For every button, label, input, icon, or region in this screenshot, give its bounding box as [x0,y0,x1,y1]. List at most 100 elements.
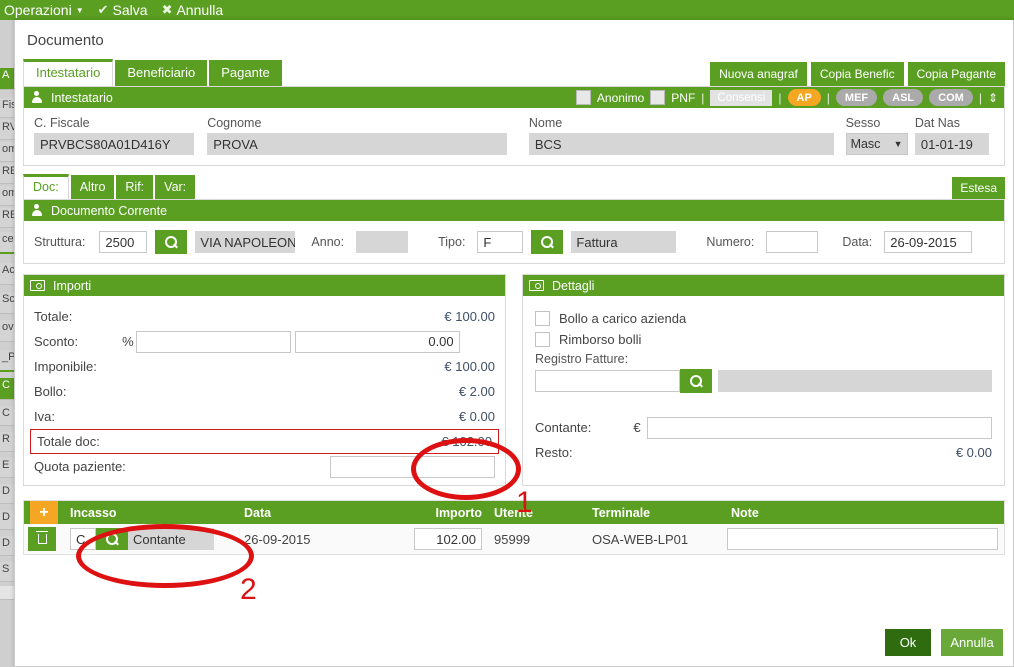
menu-salva[interactable]: ✔ Salva [98,2,148,18]
app-root: Operazioni ▼ ✔ Salva ✖ Annulla A Fis RV … [0,0,1014,667]
subtab-rif[interactable]: Rif: [116,175,154,199]
documento-corrente-panel: Documento Corrente Struttura: VIA NAPOLE… [23,199,1005,264]
subtab-altro-label: Altro [79,180,106,194]
menu-annulla[interactable]: ✖ Annulla [162,2,224,18]
totale-label: Totale: [34,309,73,324]
consensi-button[interactable]: Consensi [710,89,773,106]
field-sesso: Sesso Masc ▼ [845,116,915,155]
pnf-checkbox[interactable] [650,90,666,105]
cell-terminale: OSA-WEB-LP01 [592,531,689,547]
anno-input[interactable] [356,231,409,253]
note-input[interactable] [727,528,998,550]
table-row: Contante 26-09-2015 95999 OSA-WEB-LP01 [24,524,1004,554]
anonimo-checkbox[interactable] [575,90,591,105]
sconto-percent-input[interactable] [135,330,291,353]
caret-down-icon: ▼ [75,5,84,15]
pnf-label: PNF [671,90,696,105]
quota-paziente-input[interactable] [330,455,495,478]
tipo-code-input[interactable] [477,231,524,253]
pill-mef[interactable]: MEF [835,89,878,106]
dettagli-panel: Dettagli Bollo a carico azienda Rimborso… [522,274,1005,486]
subtab-altro[interactable]: Altro [70,175,115,199]
intestatario-panel: Intestatario Anonimo PNF | Consensi | AP… [23,86,1005,166]
menu-operazioni[interactable]: Operazioni ▼ [4,2,84,18]
delete-incasso-button[interactable] [28,527,56,551]
registro-fatture-search-button[interactable] [680,369,712,393]
subtab-doc[interactable]: Doc: [23,174,69,199]
anagrafica-tabs: Intestatario Beneficiario Pagante Nuova … [23,59,1005,86]
pill-com[interactable]: COM [929,89,973,106]
pill-asl[interactable]: ASL [883,89,924,106]
incasso-desc: Contante [128,528,214,550]
ok-button[interactable]: Ok [885,629,931,656]
incasso-code-input[interactable] [70,528,96,550]
incasso-table: + Incasso Data Importo Utente Terminale … [23,500,1005,555]
contante-currency-symbol: € [633,420,641,435]
dettagli-content: Bollo a carico azienda Rimborso bolli Re… [523,296,1004,471]
subtab-var-label: Var: [164,180,187,194]
cell-data: 26-09-2015 [244,531,311,547]
dialog-title: Documento [27,32,104,49]
importi-rows: Totale: € 100.00 Sconto: % Imponibile: €… [24,296,505,485]
numero-input[interactable] [766,231,819,253]
tab-pagante-label: Pagante [221,65,270,80]
importo-input[interactable] [414,528,482,550]
rimborso-bolli-checkbox[interactable] [535,332,550,347]
resto-value: € 0.00 [955,445,992,460]
tab-beneficiario-label: Beneficiario [127,65,196,80]
tab-intestatario[interactable]: Intestatario [23,59,114,86]
subtab-var[interactable]: Var: [155,175,196,199]
pill-ap[interactable]: AP [787,89,821,106]
nome-input[interactable] [528,133,834,155]
col-header-data: Data [244,505,272,520]
x-icon: ✖ [161,2,173,17]
codice-fiscale-input[interactable] [34,133,194,155]
bollo-azienda-label: Bollo a carico azienda [559,311,687,326]
iva-label: Iva: [34,409,55,424]
registro-fatture-input[interactable] [535,370,680,392]
tipo-search-button[interactable] [531,230,564,254]
copia-beneficiario-button[interactable]: Copia Benefic [810,62,904,86]
importi-row-totale-doc: Totale doc: € 102.00 [30,429,499,454]
nuova-anagrafica-button[interactable]: Nuova anagraf [710,62,807,86]
sesso-select[interactable]: Masc ▼ [845,133,908,155]
app-toolbar: Operazioni ▼ ✔ Salva ✖ Annulla [0,0,1014,20]
add-incasso-button[interactable]: + [30,501,58,524]
importi-panel-title: Importi [53,278,92,293]
tipo-label: Tipo: [438,235,466,249]
bollo-azienda-checkbox[interactable] [535,311,550,326]
separator: | [978,90,982,105]
numero-label: Numero: [706,235,755,249]
data-nascita-input[interactable] [914,133,989,155]
up-down-arrows-icon[interactable]: ⇕ [988,91,998,105]
documento-corrente-header: Documento Corrente [24,200,1004,221]
person-icon [30,204,43,217]
codice-fiscale-label: C. Fiscale [34,116,90,130]
tab-pagante[interactable]: Pagante [209,60,282,86]
contante-row: Contante: € [527,415,1000,440]
col-header-incasso: Incasso [70,505,117,520]
incasso-search-button[interactable] [96,528,128,550]
field-nome: Nome [528,116,846,155]
copia-pagante-button[interactable]: Copia Pagante [907,62,1005,86]
data-input[interactable] [884,231,973,253]
anagrafica-actions: Nuova anagraf Copia Benefic Copia Pagant… [710,62,1005,86]
importi-row-iva: Iva: € 0.00 [28,404,501,429]
separator: | [826,90,830,105]
contante-input[interactable] [646,416,992,439]
estesa-button[interactable]: Estesa [952,177,1005,199]
incasso-table-header: + Incasso Data Importo Utente Terminale … [24,501,1004,524]
importi-row-imponibile: Imponibile: € 100.00 [28,354,501,379]
sconto-amount-input[interactable] [294,330,460,353]
resto-row: Resto: € 0.00 [527,440,1000,465]
field-codice-fiscale: C. Fiscale [34,116,207,155]
tab-beneficiario[interactable]: Beneficiario [115,60,208,86]
quota-paziente-label: Quota paziente: [34,459,126,474]
struttura-search-button[interactable] [155,230,188,254]
intestatario-header-controls: Anonimo PNF | Consensi | AP | MEF ASL CO… [575,89,998,106]
chevron-down-icon: ▼ [893,139,903,149]
cancel-button[interactable]: Annulla [941,629,1003,656]
struttura-code-input[interactable] [99,231,148,253]
person-icon [30,91,43,104]
cognome-input[interactable] [207,133,508,155]
